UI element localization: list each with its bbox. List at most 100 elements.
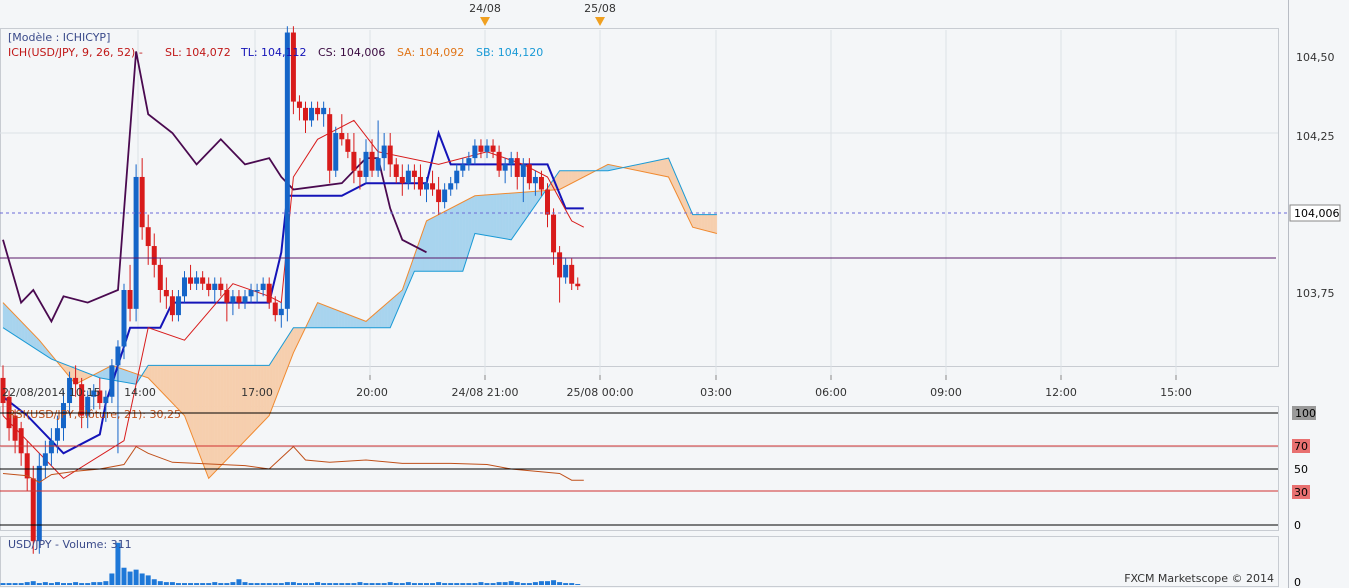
rsi-label: RSI(USD/JPY,Clôture, 21): 30,25 [8, 408, 181, 421]
volume-bar [6, 583, 12, 585]
cloud-segment [489, 194, 494, 237]
candle-body [54, 428, 60, 441]
volume-panel[interactable] [0, 536, 1279, 587]
volume-bar [351, 583, 357, 585]
candle-body [194, 277, 200, 284]
cloud-segment [184, 365, 188, 424]
volume-bar [278, 583, 284, 585]
volume-bar [266, 583, 272, 585]
candle-body [490, 145, 496, 152]
cloud-segment [190, 365, 194, 440]
candle-body [381, 145, 387, 159]
cloud-segment [247, 365, 252, 438]
cloud-segment [11, 311, 16, 336]
candle-body [496, 151, 502, 171]
volume-bar [369, 583, 375, 585]
candle-body [254, 290, 260, 292]
cs-value: CS: 104,006 [318, 46, 385, 59]
time-label-10: 15:00 [1160, 386, 1192, 399]
candle-body [109, 365, 115, 397]
cloud-segment [350, 315, 355, 328]
cloud-segment [338, 310, 342, 328]
volume-bar [188, 583, 194, 585]
volume-bar [145, 575, 151, 585]
volume-bar [526, 583, 532, 585]
cloud-segment [710, 214, 715, 233]
volume-bar [417, 583, 423, 585]
volume-bar [405, 582, 411, 585]
candle-body [103, 396, 109, 404]
candle-body [315, 107, 321, 115]
volume-bar [61, 583, 66, 585]
cloud-segment [5, 305, 10, 332]
volume-bar [339, 583, 345, 585]
time-label-0: 22/08/2014 10:15 [2, 386, 101, 399]
volume-bar [157, 581, 163, 585]
volume-bar [430, 583, 436, 585]
candle-body [399, 176, 405, 184]
cloud-segment [244, 365, 249, 442]
candle-body [563, 264, 569, 278]
time-label-5: 25/08 00:00 [567, 386, 634, 399]
candle-body [339, 133, 345, 140]
cloud-segment [169, 365, 173, 404]
candle-body [188, 277, 194, 284]
candle-body [436, 189, 442, 203]
volume-label: USD/JPY - Volume: 311 [8, 538, 132, 551]
cloud-segment [211, 365, 215, 476]
ich-label: ICH(USD/JPY, 9, 26, 52) - [8, 46, 143, 59]
price-chart[interactable]: [Modèle : ICHICYP] ICH(USD/JPY, 9, 26, 5… [0, 0, 1349, 588]
candle-body [569, 264, 575, 284]
cloud-segment [129, 371, 134, 384]
candle-body [309, 107, 315, 121]
volume-bar [73, 582, 79, 585]
volume-bar [169, 582, 175, 585]
cloud-segment [438, 212, 442, 272]
candle-body [224, 290, 230, 303]
volume-bar [363, 583, 369, 585]
main-plot-panel[interactable] [0, 28, 1279, 367]
cloud-segment [329, 307, 333, 328]
volume-bar [357, 582, 363, 585]
volume-bar [538, 581, 544, 585]
volume-bar [424, 583, 429, 585]
cloud-segment [335, 309, 339, 328]
cloud-segment [160, 365, 164, 394]
cloud-segment [432, 215, 436, 272]
candle-body [272, 302, 278, 316]
sa-value: SA: 104,092 [397, 46, 464, 59]
volume-bar [0, 583, 6, 585]
volume-bar [175, 583, 181, 585]
volume-bar [466, 583, 472, 585]
cloud-segment [483, 194, 488, 236]
cloud-segment [698, 214, 702, 230]
candle-body [242, 296, 248, 303]
candle-body [260, 283, 266, 290]
candle-body [24, 453, 30, 479]
candle-body [411, 170, 417, 177]
marker-triangle-25-08[interactable] [595, 17, 605, 26]
volume-bar [532, 582, 538, 585]
volume-bar [254, 583, 260, 585]
time-label-6: 03:00 [700, 386, 732, 399]
rsi-tag-70: 70 [1294, 440, 1308, 453]
cloud-segment [157, 365, 161, 391]
cloud-segment [498, 193, 503, 239]
candle-body [478, 145, 484, 152]
candle-body [387, 145, 393, 165]
candle-body [145, 227, 151, 247]
candle-body [333, 133, 339, 171]
candle-body [42, 453, 48, 466]
cloud-segment [326, 305, 330, 328]
cloud-segment [220, 365, 224, 467]
cloud-segment [650, 161, 654, 175]
candle-body [514, 158, 520, 177]
candle-body [484, 145, 490, 152]
volume-bar [224, 583, 230, 585]
candle-body [472, 145, 478, 159]
volume-bar [296, 583, 302, 585]
marker-triangle-24-08[interactable] [480, 17, 490, 26]
price-tick-103-75: 103,75 [1296, 287, 1335, 300]
cloud-segment [317, 302, 321, 328]
cloud-segment [480, 194, 485, 236]
